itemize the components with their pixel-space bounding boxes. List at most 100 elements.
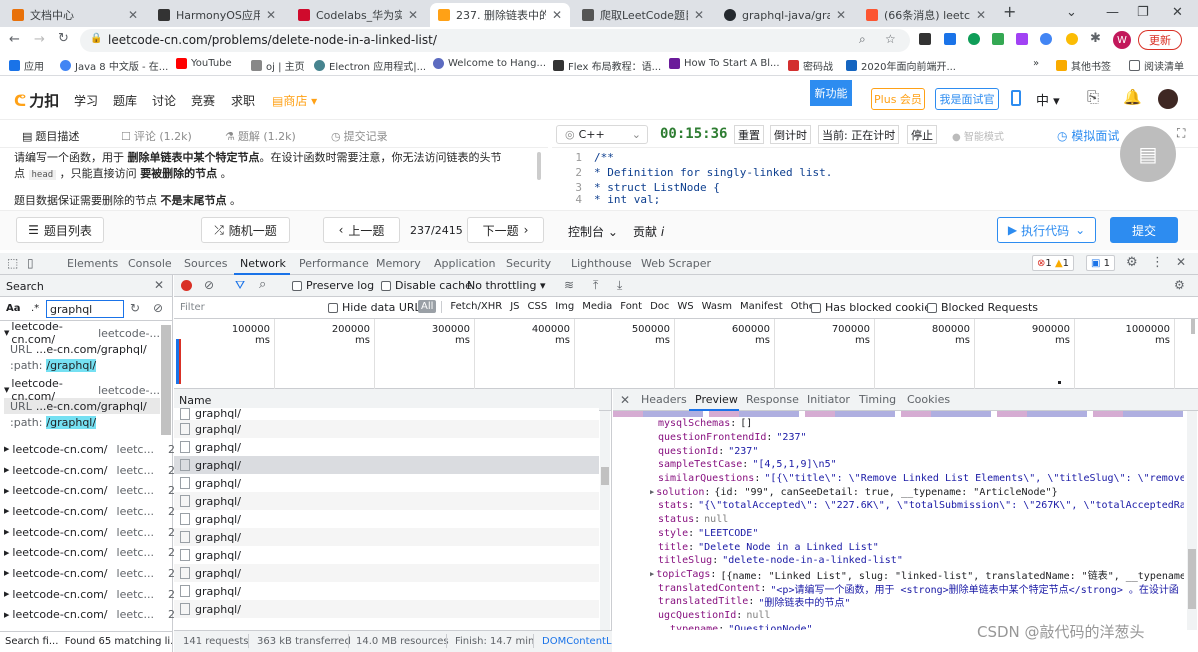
vue-devtools-icon[interactable] xyxy=(992,33,1004,45)
tab-submissions[interactable]: ◷ 提交记录 xyxy=(331,128,388,144)
search-result-group[interactable]: ▶ leetcode-cn.com/leetc... 2 xyxy=(0,439,175,460)
bookmark-item[interactable]: YouTube xyxy=(176,58,232,69)
json-property[interactable]: ▶ solution: {id: "99", canSeeDetail: true,… xyxy=(613,485,1184,499)
inspect-element-icon[interactable]: ⬚ xyxy=(7,256,18,270)
throttling-select[interactable]: No throttling ▾ xyxy=(467,279,545,292)
settings-gear-icon[interactable]: ⚙ xyxy=(1174,278,1185,292)
more-bookmarks-icon[interactable]: » xyxy=(1033,58,1039,69)
type-filter-manifest[interactable]: Manifest xyxy=(740,301,783,312)
detail-tab-initiator[interactable]: Initiator xyxy=(807,393,850,406)
detail-tab-cookies[interactable]: Cookies xyxy=(907,393,950,406)
nav-contest[interactable]: 竞赛 xyxy=(191,92,215,109)
extension-icon[interactable] xyxy=(968,33,980,45)
detail-tab-response[interactable]: Response xyxy=(746,393,799,406)
run-code-button[interactable]: ▶ 执行代码 ⌄ xyxy=(997,217,1096,243)
type-filter-css[interactable]: CSS xyxy=(528,301,548,312)
notes-float-icon[interactable]: ▤ xyxy=(1120,126,1176,182)
type-filter-all[interactable]: All xyxy=(418,300,437,313)
tab-comments[interactable]: ☐ 评论 (1.2k) xyxy=(121,128,192,144)
devtools-tab-sources[interactable]: Sources xyxy=(184,257,228,270)
browser-tab[interactable]: graphql-java/graph ✕ xyxy=(716,3,854,27)
bookmark-item[interactable]: Welcome to Hang... xyxy=(433,58,546,69)
browser-tab[interactable]: HarmonyOS应用开发 ✕ xyxy=(150,3,284,27)
devtools-tab-console[interactable]: Console xyxy=(128,257,172,270)
zoom-icon[interactable]: ⌕ xyxy=(859,32,866,47)
devtools-tab-security[interactable]: Security xyxy=(506,257,551,270)
bookmark-folder[interactable]: 其他书签 xyxy=(1056,58,1111,73)
request-row[interactable]: graphql/ xyxy=(174,474,599,492)
type-filter-img[interactable]: Img xyxy=(555,301,574,312)
minimize-icon[interactable]: — xyxy=(1106,5,1119,20)
tab-solutions[interactable]: ⚗ 题解 (1.2k) xyxy=(225,128,296,144)
timer-status-button[interactable]: 当前: 正在计时 xyxy=(818,125,900,144)
request-row[interactable]: graphql/ xyxy=(174,528,599,546)
devtools-tab-application[interactable]: Application xyxy=(434,257,495,270)
tab-description[interactable]: ▤ 题目描述 xyxy=(22,128,79,144)
window-close-icon[interactable]: ✕ xyxy=(1172,5,1183,20)
leetcode-logo[interactable]: ᕦ 力扣 xyxy=(14,90,59,111)
user-avatar[interactable] xyxy=(1158,89,1178,109)
request-row[interactable]: graphql/ xyxy=(174,564,599,582)
search-result-group[interactable]: ▶ leetcode-cn.com/leetc... 2 xyxy=(0,501,175,522)
bookmark-item[interactable]: 应用 xyxy=(9,58,44,73)
countdown-button[interactable]: 倒计时 xyxy=(770,125,811,144)
detail-tab-timing[interactable]: Timing xyxy=(859,393,896,406)
json-property[interactable]: questionId: "237" xyxy=(613,444,1184,458)
fullscreen-icon[interactable]: ⛶ xyxy=(1177,126,1185,141)
checkbox[interactable] xyxy=(292,280,302,291)
clear-icon[interactable]: ⊘ xyxy=(204,278,214,292)
devtools-tab-performance[interactable]: Performance xyxy=(299,257,369,270)
next-button[interactable]: 下一题 › xyxy=(467,217,544,243)
search-result-group[interactable]: ▼ leetcode-cn.com/leetcode-... URL ...e-cn… xyxy=(0,320,160,382)
new-feature-badge[interactable]: 新功能 xyxy=(810,80,852,106)
bell-icon[interactable]: 🔔 xyxy=(1123,88,1142,106)
detail-tab-preview[interactable]: Preview xyxy=(695,393,738,406)
request-row[interactable]: graphql/ xyxy=(174,492,599,510)
checkbox[interactable] xyxy=(381,280,391,291)
close-icon[interactable]: ✕ xyxy=(552,8,562,22)
search-result-group[interactable]: ▶ leetcode-cn.com/leetc... 2 xyxy=(0,605,175,626)
bookmark-item[interactable]: How To Start A Bl... xyxy=(669,58,780,69)
close-icon[interactable]: ✕ xyxy=(266,8,276,22)
json-property[interactable]: status: null xyxy=(613,513,1184,527)
detail-tab-headers[interactable]: Headers xyxy=(641,393,687,406)
hide-data-urls-checkbox[interactable]: Hide data URLs xyxy=(328,301,426,314)
json-property[interactable]: titleSlug: "delete-node-in-a-linked-list" xyxy=(613,554,1184,568)
reading-list[interactable]: 阅读清单 xyxy=(1129,58,1184,73)
json-property[interactable]: style: "LEETCODE" xyxy=(613,527,1184,541)
close-icon[interactable]: ✕ xyxy=(836,8,846,22)
random-button[interactable]: ⤮ 随机一题 xyxy=(201,217,290,243)
search-result-group[interactable]: ▶ leetcode-cn.com/leetc... 2 xyxy=(0,522,175,543)
json-property[interactable]: translatedTitle: "删除链表中的节点" xyxy=(613,595,1184,609)
nav-store[interactable]: ▤商店 ▾ xyxy=(272,92,317,109)
search-result-group[interactable]: ▶ leetcode-cn.com/leetc... 2 xyxy=(0,584,175,605)
bookmark-item[interactable]: Flex 布局教程：语... xyxy=(553,58,661,73)
search-result-group[interactable]: ▶ leetcode-cn.com/leetc... 2 xyxy=(0,563,175,584)
extension-icon[interactable] xyxy=(1040,33,1052,45)
console-toggle[interactable]: 控制台 ⌄ xyxy=(568,223,618,240)
interviewer-button[interactable]: 我是面试官 xyxy=(935,88,999,110)
close-icon[interactable]: ✕ xyxy=(694,8,704,22)
scrollbar[interactable] xyxy=(1188,549,1196,609)
request-row[interactable]: graphql/ xyxy=(174,510,599,528)
nav-learn[interactable]: 学习 xyxy=(74,92,98,109)
clear-icon[interactable]: ⊘ xyxy=(153,301,163,315)
request-row[interactable]: graphql/ xyxy=(174,456,599,474)
bookmark-item[interactable]: Java 8 中文版 - 在... xyxy=(60,58,168,73)
network-conditions-icon[interactable]: ≋ xyxy=(564,278,574,292)
bookmark-star-icon[interactable]: ☆ xyxy=(885,32,896,46)
search-result-group[interactable]: ▶ leetcode-cn.com/leetc... 2 xyxy=(0,542,175,563)
back-arrow-icon[interactable]: ← xyxy=(9,32,20,47)
match-case-toggle[interactable]: Aa xyxy=(6,303,21,314)
nav-problems[interactable]: 题库 xyxy=(113,92,137,109)
tab-search-chevron-icon[interactable]: ⌄ xyxy=(1066,5,1077,20)
upload-icon[interactable]: ⤒ xyxy=(593,278,598,293)
smart-mode-toggle[interactable]: ● 智能模式 xyxy=(952,128,1004,143)
json-property[interactable]: title: "Delete Node in a Linked List" xyxy=(613,540,1184,554)
json-property[interactable]: sampleTestCase: "[4,5,1,9]\n5" xyxy=(613,458,1184,472)
restore-icon[interactable]: ❐ xyxy=(1137,5,1149,20)
extension-icon[interactable] xyxy=(944,33,956,45)
browser-tab[interactable]: 爬取LeetCode题目— ✕ xyxy=(574,3,712,27)
reload-icon[interactable]: ↻ xyxy=(58,31,69,46)
type-filter-js[interactable]: JS xyxy=(510,301,519,312)
